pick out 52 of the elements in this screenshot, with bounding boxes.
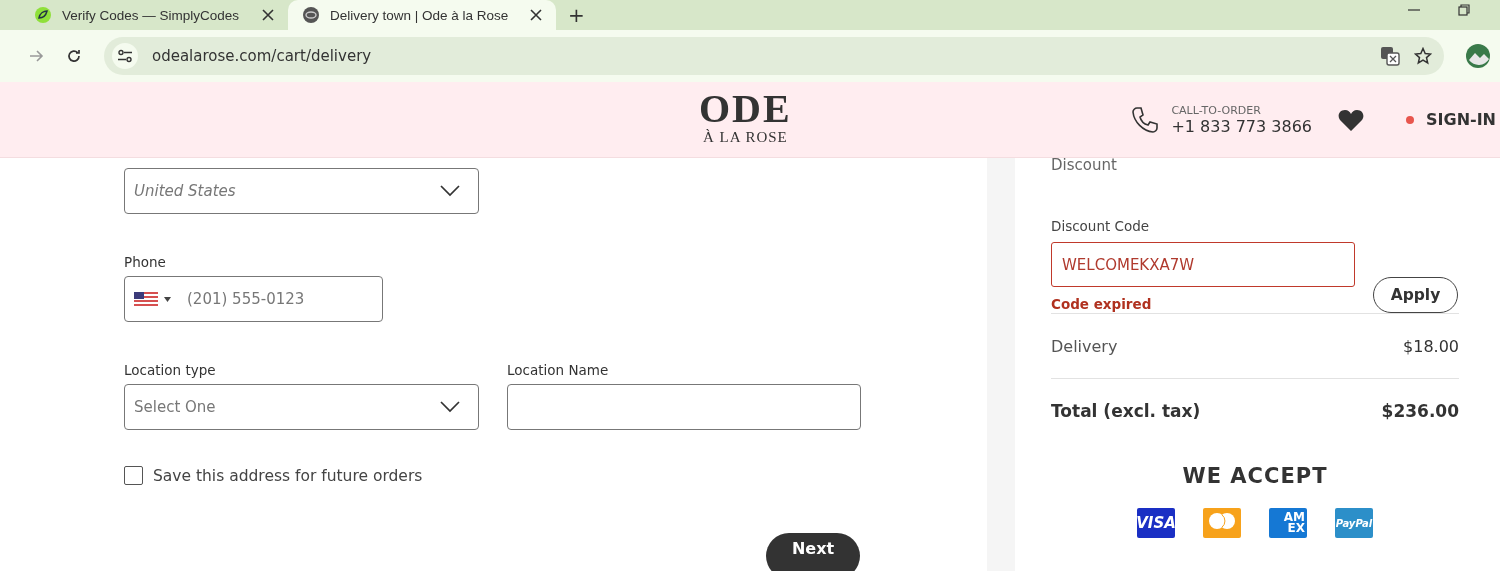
checkbox-label[interactable]: Save this address for future orders [153, 466, 423, 485]
chevron-down-icon [440, 401, 460, 413]
discount-code-input[interactable]: WELCOMEKXA7W [1051, 242, 1355, 287]
caret-icon[interactable] [164, 296, 171, 302]
error-message: Code expired [1051, 296, 1153, 312]
phone-input[interactable]: (201) 555-0123 [124, 276, 383, 322]
summary-amount: $18.00 [1403, 336, 1459, 356]
leaf-icon [34, 6, 52, 24]
avatar-icon[interactable] [1466, 44, 1490, 68]
browser-tab[interactable]: Verify Codes — SimplyCodes [20, 0, 288, 30]
next-button[interactable]: Next [766, 533, 860, 571]
close-icon[interactable] [262, 9, 274, 21]
heart-icon[interactable] [1338, 107, 1364, 132]
amex-logo: AM EX [1269, 508, 1307, 538]
visa-logo: VISA [1137, 508, 1175, 538]
restore-icon[interactable] [1458, 4, 1470, 16]
star-icon[interactable] [1414, 47, 1432, 65]
translate-icon[interactable] [1380, 46, 1400, 66]
close-icon[interactable] [530, 9, 542, 21]
field-label: Phone [124, 254, 167, 270]
browser-tab[interactable]: Delivery town | Ode à la Rose [288, 0, 556, 30]
field-label: Location type [124, 362, 217, 378]
section-heading: WE ACCEPT [1181, 464, 1329, 488]
checkbox[interactable] [124, 466, 143, 485]
sign-in-link[interactable]: SIGN-IN [1426, 110, 1496, 129]
flag-icon[interactable] [134, 292, 158, 306]
field-label: Location Name [507, 362, 610, 378]
phone-number[interactable]: +1 833 773 3866 [1171, 116, 1312, 136]
paypal-logo: PayPal [1335, 508, 1373, 538]
reload-icon[interactable] [66, 48, 82, 64]
globe-icon [302, 6, 320, 24]
mastercard-logo [1203, 508, 1241, 538]
apply-button[interactable]: Apply [1373, 277, 1458, 313]
total-label: Total (excl. tax) [1051, 401, 1201, 421]
site-settings-icon[interactable] [117, 49, 133, 63]
status-dot [1406, 115, 1414, 124]
total-amount: $236.00 [1381, 401, 1459, 421]
call-to-order-label: CALL-TO-ORDER [1171, 103, 1262, 117]
field-label: Discount Code [1051, 218, 1151, 234]
tab-title: Verify Codes — SimplyCodes [62, 7, 241, 23]
location-type-select[interactable]: Select One [124, 384, 479, 430]
country-select[interactable]: United States [124, 168, 479, 214]
logo-title[interactable]: ODE [699, 90, 792, 128]
new-tab-button[interactable]: + [568, 3, 585, 27]
tab-title: Delivery town | Ode à la Rose [330, 7, 510, 23]
location-name-input[interactable] [507, 384, 861, 430]
section-heading: Discount [1051, 158, 1118, 172]
summary-label: Delivery [1051, 336, 1118, 356]
chevron-down-icon [440, 185, 460, 197]
phone-icon [1131, 105, 1160, 134]
forward-icon[interactable] [28, 48, 44, 64]
logo-subtitle[interactable]: À LA ROSE [702, 128, 788, 146]
